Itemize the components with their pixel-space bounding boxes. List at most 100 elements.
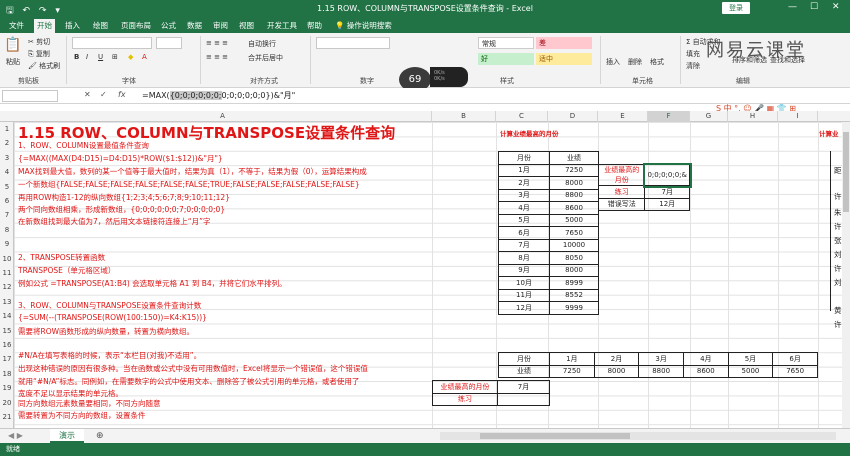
table-cell[interactable]: 6月 [772, 352, 818, 366]
table-cell[interactable]: 9月 [498, 263, 550, 277]
row-header[interactable]: 3 [0, 151, 14, 165]
style-bad[interactable]: 差 [536, 37, 592, 49]
worksheet-grid[interactable]: 1.15 ROW、COLUMN与TRANSPOSE设置条件查询 1、ROW、CO… [14, 122, 850, 428]
side-cell[interactable]: 距 [834, 165, 842, 176]
clear-button[interactable]: 清除 [686, 61, 700, 71]
table-cell[interactable]: 8000 [549, 263, 599, 277]
cancel-icon[interactable]: ✕ [84, 90, 91, 99]
table-cell[interactable]: 7月 [497, 380, 550, 394]
tell-me-search[interactable]: 💡 操作说明搜索 [332, 19, 395, 33]
row-header[interactable]: 8 [0, 223, 14, 237]
style-neutral[interactable]: 适中 [536, 53, 592, 65]
table-cell[interactable]: 7650 [772, 364, 818, 378]
table-cell[interactable]: 5月 [498, 213, 550, 227]
row-header[interactable]: 7 [0, 208, 14, 222]
horizontal-scrollbar[interactable] [440, 432, 836, 440]
row-header[interactable]: 11 [0, 266, 14, 280]
format-cells-button[interactable]: 格式 [650, 57, 664, 67]
side-cell[interactable]: 刘 [834, 249, 842, 260]
font-name-select[interactable] [72, 37, 152, 49]
table-header-cell[interactable]: 业绩 [549, 151, 599, 165]
row-header[interactable]: 16 [0, 338, 14, 352]
table-cell[interactable] [497, 392, 550, 406]
insert-cells-button[interactable]: 插入 [606, 57, 620, 67]
row-header[interactable]: 15 [0, 324, 14, 338]
row-header[interactable]: 20 [0, 396, 14, 410]
table-cell[interactable]: 8000 [593, 364, 640, 378]
table-cell[interactable]: 8月 [498, 251, 550, 265]
table-cell[interactable]: 5000 [727, 364, 774, 378]
table-cell[interactable]: 8050 [549, 251, 599, 265]
close-icon[interactable]: ✕ [832, 2, 840, 12]
font-size-select[interactable] [156, 37, 182, 49]
column-header[interactable]: H [728, 111, 778, 122]
name-box[interactable] [2, 90, 58, 102]
font-color-button[interactable]: A [142, 53, 147, 61]
table-cell[interactable]: 8999 [549, 276, 599, 290]
enter-icon[interactable]: ✓ [100, 90, 107, 99]
table-cell[interactable]: 2月 [593, 352, 640, 366]
column-header[interactable]: G [690, 111, 728, 122]
table-cell[interactable]: 8552 [549, 288, 599, 302]
table-cell[interactable]: 3月 [638, 352, 684, 366]
row-header[interactable]: 17 [0, 352, 14, 366]
tab-data[interactable]: 数据 [184, 19, 205, 33]
table-cell[interactable]: 1月 [549, 352, 595, 366]
column-header[interactable]: C [496, 111, 548, 122]
maximize-icon[interactable]: ☐ [810, 2, 818, 12]
table-cell[interactable]: 10月 [498, 276, 550, 290]
paste-button[interactable]: 粘贴 [6, 57, 20, 67]
tab-review[interactable]: 审阅 [210, 19, 231, 33]
row-header[interactable]: 1 [0, 122, 14, 136]
fx-icon[interactable]: fx [118, 90, 126, 99]
table-cell[interactable]: 5000 [549, 213, 599, 227]
row-header[interactable]: 2 [0, 136, 14, 150]
tab-view[interactable]: 视图 [236, 19, 257, 33]
row-header[interactable]: 4 [0, 165, 14, 179]
table-cell[interactable]: 8600 [549, 201, 599, 215]
merge-center-button[interactable]: 合并后居中 [248, 53, 283, 63]
column-header[interactable]: B [432, 111, 496, 122]
copy-button[interactable]: ⎘ 复制 [28, 49, 50, 59]
column-header[interactable]: A [14, 111, 432, 122]
row-header[interactable]: 10 [0, 252, 14, 266]
side-cell[interactable]: 刘 [834, 277, 842, 288]
underline-button[interactable]: U [98, 53, 103, 61]
table-header-cell[interactable]: 月份 [498, 352, 550, 366]
table-cell[interactable]: 8600 [682, 364, 729, 378]
tab-home[interactable]: 开始 [34, 19, 55, 33]
border-button[interactable]: ⊞ [112, 53, 118, 61]
tab-developer[interactable]: 开发工具 [264, 19, 300, 33]
tab-help[interactable]: 帮助 [304, 19, 325, 33]
sheet-nav-icon[interactable]: ◀ ▶ [8, 431, 23, 440]
row-header[interactable]: 21 [0, 410, 14, 424]
row-header[interactable]: 19 [0, 381, 14, 395]
table-cell[interactable]: 2月 [498, 176, 550, 190]
active-cell[interactable]: 0;0;0;0;0;& [642, 162, 692, 188]
italic-button[interactable]: I [86, 53, 88, 61]
tab-insert[interactable]: 插入 [62, 19, 83, 33]
side-cell[interactable]: 许 [834, 319, 842, 330]
vertical-scrollbar[interactable] [842, 122, 850, 428]
table-cell[interactable]: 12月 [498, 301, 550, 315]
table-cell[interactable]: 6月 [498, 226, 550, 240]
formula-input[interactable]: =MAX({0;0;0;0;0;0;0;0;0;0;0;0})&"月" [142, 90, 295, 101]
table-cell[interactable]: 4月 [498, 201, 550, 215]
table-cell[interactable]: 9999 [549, 301, 599, 315]
table-cell[interactable]: 7650 [549, 226, 599, 240]
tab-file[interactable]: 文件 [6, 19, 27, 33]
row-header[interactable]: 18 [0, 367, 14, 381]
row-header[interactable]: 5 [0, 180, 14, 194]
tab-page-layout[interactable]: 页面布局 [118, 19, 154, 33]
table-cell[interactable]: 8000 [549, 176, 599, 190]
column-header[interactable]: D [548, 111, 598, 122]
side-cell[interactable]: 许 [834, 191, 842, 202]
column-header[interactable]: E [598, 111, 648, 122]
bold-button[interactable]: B [74, 53, 79, 61]
table-cell[interactable]: 8800 [549, 188, 599, 202]
sheet-tab[interactable]: 演示 [50, 429, 84, 443]
align-left-button[interactable]: ≡ ≡ ≡ [206, 53, 228, 61]
wrap-text-button[interactable]: 自动换行 [248, 39, 276, 49]
table-cell[interactable]: 11月 [498, 288, 550, 302]
tab-draw[interactable]: 绘图 [90, 19, 111, 33]
